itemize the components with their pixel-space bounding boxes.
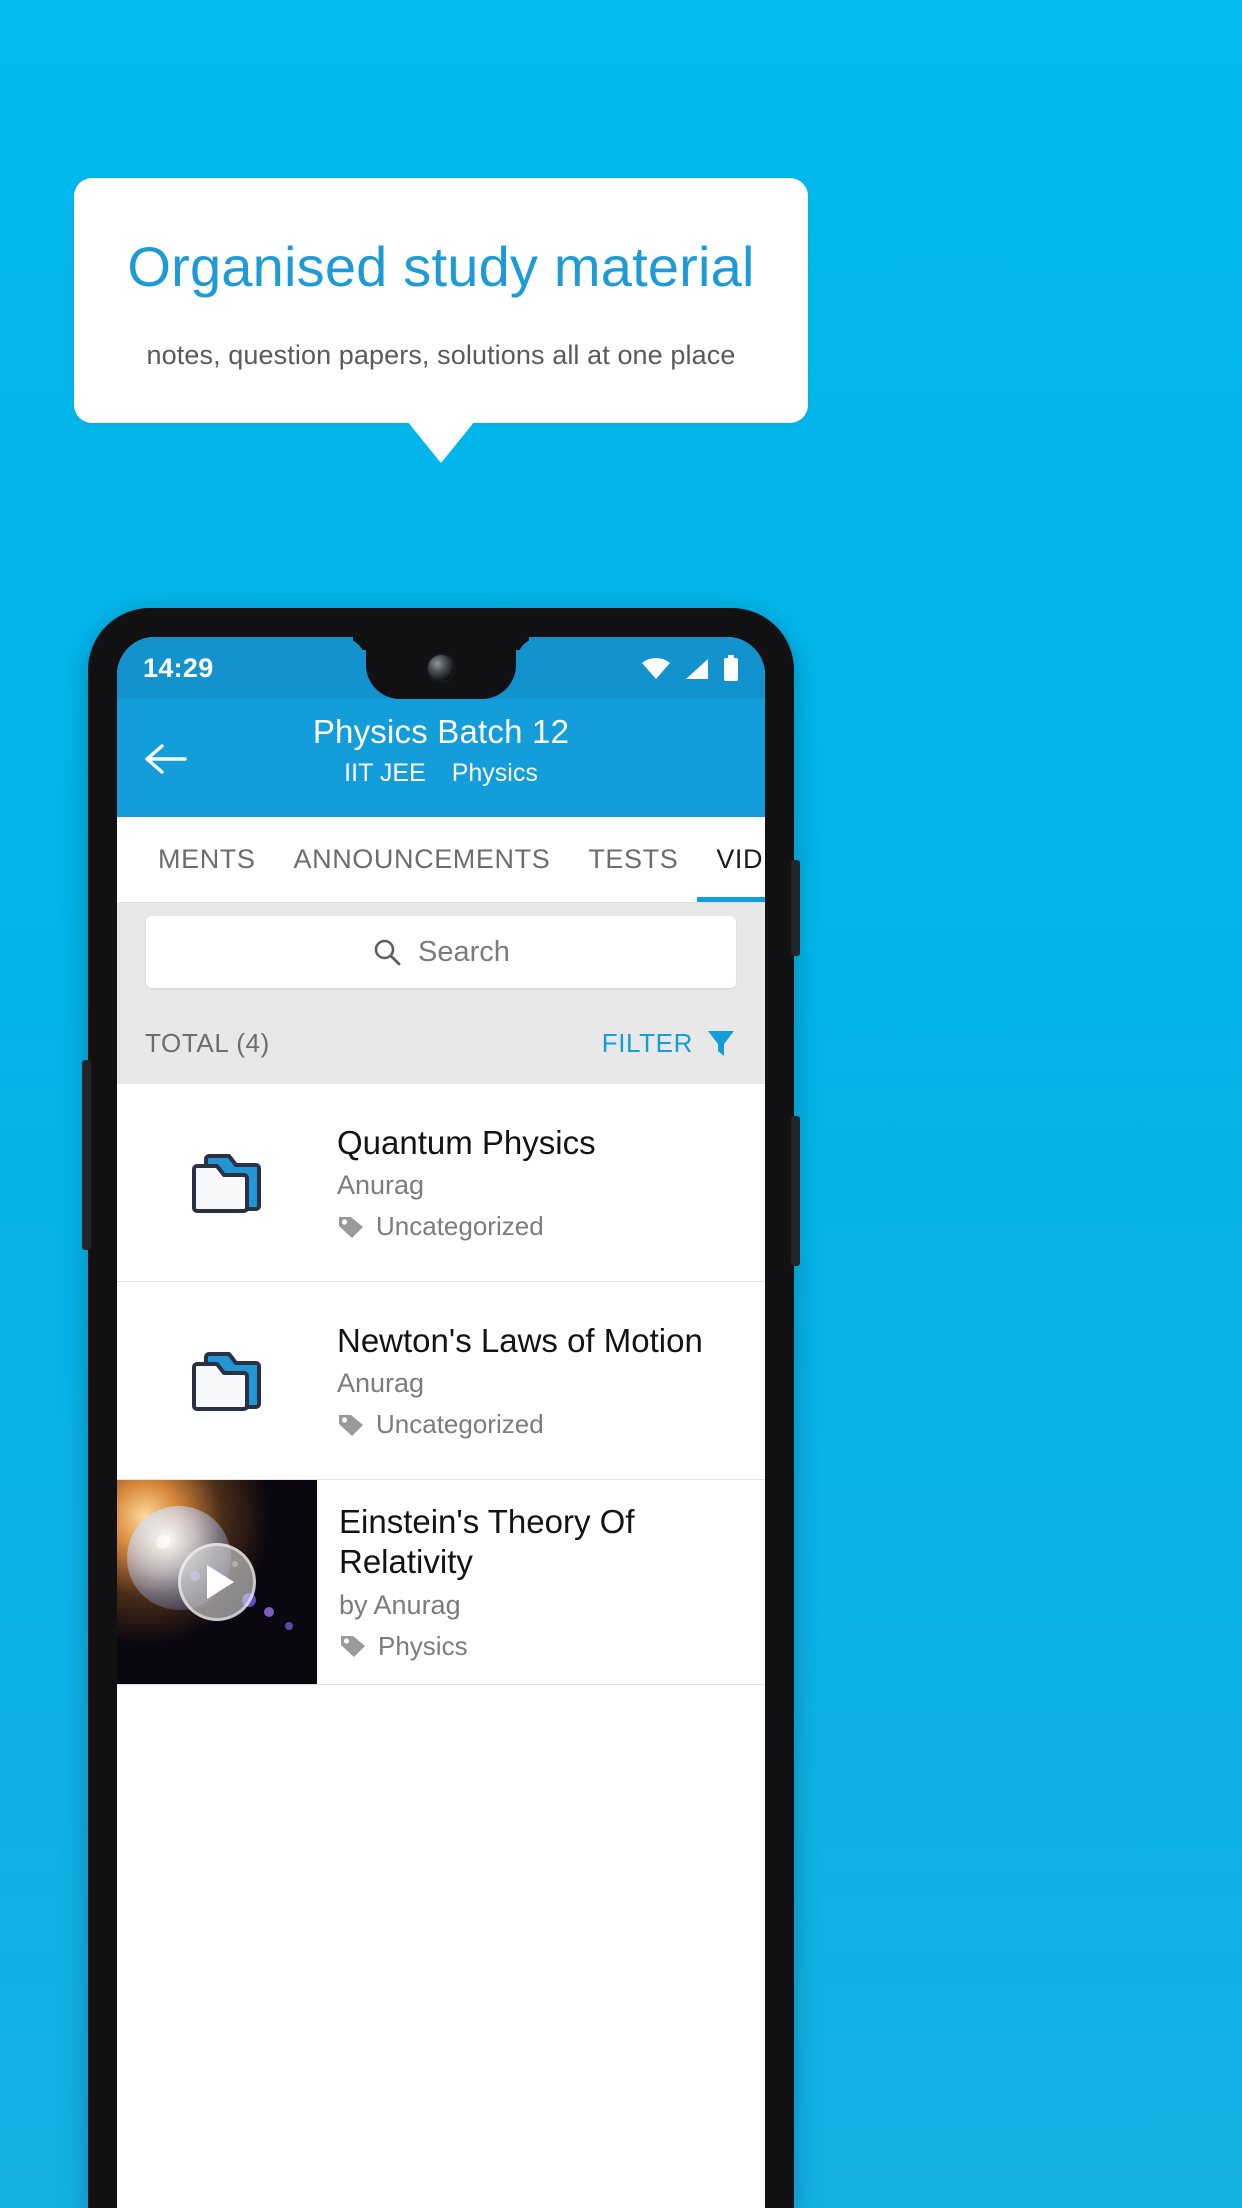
list-item-tag-label: Uncategorized (376, 1211, 544, 1242)
promo-speech-bubble: Organised study material notes, question… (74, 178, 808, 423)
total-count-label: TOTAL (4) (145, 1027, 270, 1058)
list-toolbar: TOTAL (4) FILTER (117, 1002, 765, 1084)
list-item-author: by Anurag (339, 1589, 461, 1620)
list-item-title: Quantum Physics (337, 1123, 596, 1161)
list-item-title: Newton's Laws of Motion (337, 1321, 703, 1359)
signal-icon (686, 659, 708, 679)
phone-screen: 14:29 Physics Batch 12 IIT JEE Physics M… (117, 637, 765, 2208)
tag-icon (341, 1636, 365, 1658)
list-item-author: Anurag (337, 1170, 425, 1201)
list-item-icon (117, 1150, 337, 1216)
phone-left-button[interactable] (82, 1060, 91, 1250)
tab-videos[interactable]: VIDEOS (697, 817, 765, 902)
speech-bubble-tail (407, 421, 475, 463)
play-icon (207, 1565, 234, 1599)
list-item-tag: Physics (339, 1631, 749, 1662)
phone-volume-button[interactable] (791, 860, 800, 956)
search-input[interactable]: Search (146, 916, 736, 988)
video-list: Quantum Physics Anurag Uncategorized New… (117, 1084, 765, 2208)
folder-icon (192, 1153, 261, 1213)
list-item[interactable]: Einstein's Theory Of Relativity by Anura… (117, 1480, 765, 1685)
front-camera-icon (428, 655, 454, 681)
list-item-icon (117, 1348, 337, 1414)
list-item[interactable]: Quantum Physics Anurag Uncategorized (117, 1084, 765, 1282)
tab-announcements[interactable]: ANNOUNCEMENTS (275, 817, 570, 902)
breadcrumb-exam: IIT JEE (344, 759, 426, 787)
search-area: Search (117, 902, 765, 1002)
list-item-tag: Uncategorized (337, 1211, 745, 1242)
tag-icon (339, 1414, 363, 1436)
list-item-tag: Uncategorized (337, 1409, 745, 1440)
phone-mockup: 14:29 Physics Batch 12 IIT JEE Physics M… (82, 608, 800, 2208)
promo-subtitle: notes, question papers, solutions all at… (146, 339, 736, 370)
tag-icon (339, 1216, 363, 1238)
list-item-tag-label: Uncategorized (376, 1409, 544, 1440)
filter-button[interactable]: FILTER (602, 1027, 737, 1059)
list-item-body: Einstein's Theory Of Relativity by Anura… (317, 1480, 765, 1684)
list-item-author: Anurag (337, 1368, 425, 1399)
list-item-body: Newton's Laws of Motion Anurag Uncategor… (337, 1321, 765, 1441)
promo-title: Organised study material (127, 235, 755, 299)
list-item-title: Einstein's Theory Of Relativity (339, 1503, 635, 1580)
breadcrumb: IIT JEE Physics (117, 759, 765, 788)
phone-power-button[interactable] (791, 1116, 800, 1266)
wifi-icon (642, 657, 670, 679)
play-button[interactable] (178, 1543, 256, 1621)
search-icon (374, 939, 401, 966)
breadcrumb-subject: Physics (451, 759, 538, 787)
filter-label: FILTER (601, 1027, 693, 1058)
search-placeholder: Search (418, 935, 510, 968)
list-item-tag-label: Physics (378, 1630, 468, 1661)
tab-tests[interactable]: TESTS (569, 817, 697, 902)
page-title: Physics Batch 12 (312, 713, 570, 750)
tab-ments[interactable]: MENTS (139, 817, 275, 902)
list-item[interactable]: Newton's Laws of Motion Anurag Uncategor… (117, 1282, 765, 1480)
status-icon-group (641, 655, 739, 681)
video-thumbnail[interactable] (117, 1480, 317, 1684)
app-bar: Physics Batch 12 IIT JEE Physics (117, 699, 765, 817)
battery-icon (724, 655, 738, 681)
list-item-body: Quantum Physics Anurag Uncategorized (337, 1123, 765, 1243)
phone-notch (366, 637, 516, 699)
folder-icon (192, 1351, 261, 1411)
filter-funnel-icon (708, 1031, 734, 1056)
status-clock: 14:29 (143, 652, 214, 683)
tab-bar: MENTS ANNOUNCEMENTS TESTS VIDEOS (117, 817, 765, 902)
